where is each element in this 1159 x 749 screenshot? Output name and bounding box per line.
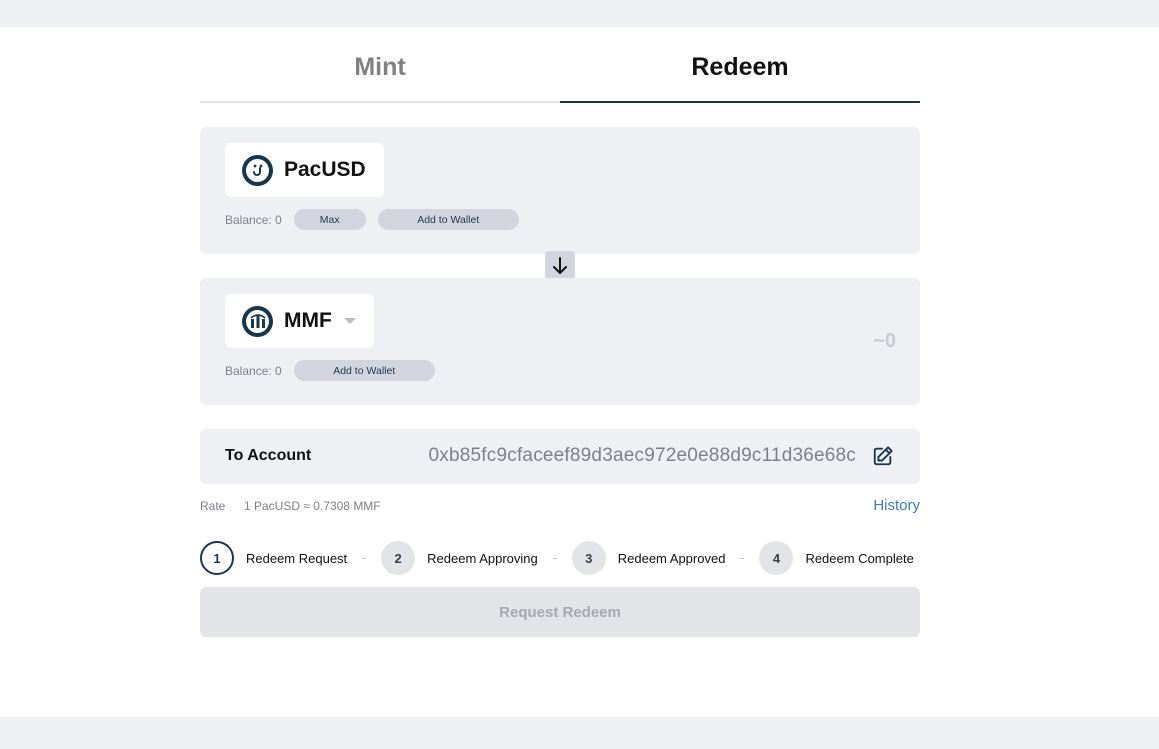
- chevron-down-icon: [343, 318, 356, 324]
- swap-direction-button[interactable]: [545, 251, 575, 280]
- to-token-name: MMF: [284, 309, 332, 332]
- to-balance-row: Balance: 0 Add to Wallet: [225, 360, 435, 381]
- step-number: 3: [571, 541, 606, 575]
- tab-mint[interactable]: Mint: [200, 50, 560, 103]
- step-label: Redeem Complete: [805, 550, 914, 566]
- from-balance-row: Balance: 0 Max Add to Wallet: [225, 209, 519, 230]
- step-4: 4 Redeem Complete: [759, 541, 914, 575]
- max-button[interactable]: Max: [293, 209, 366, 230]
- step-divider: [740, 557, 745, 559]
- step-number: 4: [759, 541, 794, 575]
- step-1: 1 Redeem Request: [200, 541, 347, 575]
- to-account-label: To Account: [225, 447, 312, 464]
- from-token-panel: PacUSD Balance: 0 Max Add to Wallet: [200, 127, 920, 254]
- tab-redeem[interactable]: Redeem: [560, 50, 920, 103]
- step-3: 3 Redeem Approved: [571, 541, 726, 575]
- to-account-row: To Account 0xb85fc9cfaceef89d3aec972e0e8…: [200, 429, 920, 484]
- mmf-logo-icon: [242, 305, 273, 337]
- step-label: Redeem Request: [246, 550, 348, 566]
- rate-label: Rate: [200, 499, 226, 513]
- step-divider: [362, 557, 367, 559]
- step-number: 2: [381, 541, 416, 575]
- pacusd-logo-icon: [242, 154, 273, 186]
- receive-amount: ~0: [873, 330, 896, 352]
- from-token-selector: PacUSD: [225, 143, 384, 197]
- step-number: 1: [200, 541, 234, 575]
- rate-row: Rate 1 PacUSD ≈ 0.7308 MMF History: [200, 497, 920, 515]
- to-token-selector[interactable]: MMF: [225, 294, 374, 348]
- to-token-panel: MMF Balance: 0 Add to Wallet ~0: [200, 278, 920, 405]
- from-token-name: PacUSD: [284, 158, 366, 181]
- step-divider: [552, 557, 557, 559]
- from-add-to-wallet-button[interactable]: Add to Wallet: [377, 209, 519, 230]
- request-redeem-button[interactable]: Request Redeem: [200, 587, 920, 637]
- step-label: Redeem Approved: [617, 550, 726, 566]
- step-label: Redeem Approving: [427, 550, 538, 566]
- from-balance: Balance: 0: [225, 212, 282, 227]
- rate-value: 1 PacUSD ≈ 0.7308 MMF: [244, 499, 381, 513]
- edit-icon[interactable]: [872, 445, 894, 467]
- step-2: 2 Redeem Approving: [381, 541, 538, 575]
- mint-redeem-tabs: Mint Redeem: [200, 50, 920, 103]
- history-link[interactable]: History: [873, 497, 920, 514]
- to-account-address: 0xb85fc9cfaceef89d3aec972e0e88d9c11d36e6…: [428, 445, 856, 466]
- to-balance: Balance: 0: [225, 363, 282, 378]
- redeem-steps: 1 Redeem Request 2 Redeem Approving 3 Re…: [200, 541, 920, 575]
- arrow-down-icon: [553, 256, 567, 274]
- to-add-to-wallet-button[interactable]: Add to Wallet: [293, 360, 435, 381]
